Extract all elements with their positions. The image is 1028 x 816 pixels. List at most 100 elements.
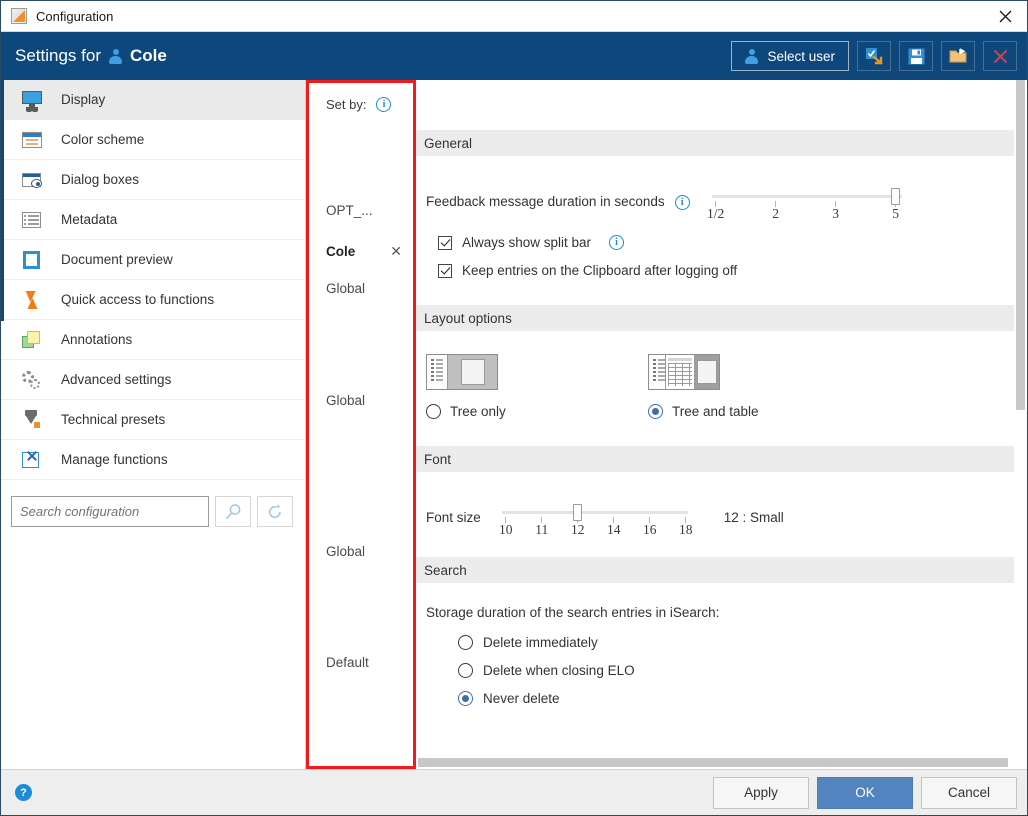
set-by-header: Set by: i [309,83,413,112]
font-size-slider[interactable]: 10 11 12 14 16 18 [499,503,693,537]
dialog-icon [21,170,43,190]
slider-thumb[interactable] [572,504,582,521]
section-header-general: General [416,130,1014,156]
vertical-scrollbar[interactable] [1014,80,1027,757]
sidebar-item-metadata[interactable]: Metadata [1,200,305,240]
horizontal-scrollbar[interactable] [416,757,1014,769]
load-folder-button[interactable] [941,41,975,71]
slider-tick-label: 18 [679,522,693,537]
document-pane-graphic [448,355,497,389]
sidebar-item-label: Manage functions [61,452,168,467]
cancel-button[interactable]: Cancel [921,776,1017,809]
info-icon[interactable]: i [674,195,690,210]
search-button[interactable] [215,496,251,527]
user-icon [109,48,122,64]
footer-buttons: Apply OK Cancel [713,776,1017,809]
application-icon [11,8,27,24]
never-delete-radio[interactable] [458,691,473,706]
settings-sidebar: Display Color scheme Dialog boxes Metada… [1,80,306,769]
slider-thumb[interactable] [890,188,900,205]
tree-only-radio-row[interactable]: Tree only [426,404,626,419]
sidebar-item-quick-access[interactable]: Quick access to functions [1,280,305,320]
window-close-button[interactable] [983,2,1027,31]
delete-icon [993,49,1007,63]
sidebar-item-document-preview[interactable]: Document preview [1,240,305,280]
sidebar-item-color-scheme[interactable]: Color scheme [1,120,305,160]
monitor-icon [21,90,43,110]
window-title-bar: Configuration [1,1,1027,32]
sidebar-item-technical-presets[interactable]: Technical presets [1,400,305,440]
table-pane-graphic [666,355,695,389]
section-title: Layout options [424,310,512,326]
set-by-entry: Global [326,281,366,296]
tree-and-table-radio-row[interactable]: Tree and table [648,404,759,419]
font-size-value: 12 : Small [723,510,784,525]
settings-header: Settings for Cole Select user [1,32,1027,80]
delete-when-closing-radio[interactable] [458,663,473,678]
page-title-prefix: Settings for [15,46,101,65]
slider-track [711,195,902,198]
section-title: General [424,135,473,151]
sidebar-item-label: Annotations [61,332,133,347]
feedback-duration-label: Feedback message duration in seconds [426,194,665,209]
checkbox-label: Keep entries on the Clipboard after logg… [462,263,738,278]
reset-button[interactable] [257,496,293,527]
tree-and-table-radio[interactable] [648,404,663,419]
search-input[interactable] [11,496,209,527]
sidebar-item-manage-functions[interactable]: Manage functions [1,440,305,480]
sidebar-item-dialog-boxes[interactable]: Dialog boxes [1,160,305,200]
delete-when-closing-row[interactable]: Delete when closing ELO [416,663,1027,678]
section-header-layout: Layout options [416,305,1014,331]
section-header-search: Search [416,557,1014,583]
layout-option-tree-only[interactable]: Tree only [426,354,626,419]
never-delete-row[interactable]: Never delete [416,691,1027,706]
apply-button[interactable]: Apply [713,776,809,809]
page-title-user: Cole [130,46,167,65]
page-title: Settings for Cole [15,46,167,66]
sidebar-item-annotations[interactable]: Annotations [1,320,305,360]
delete-immediately-row[interactable]: Delete immediately [416,635,1027,650]
radio-label: Tree only [450,404,506,419]
horizontal-scrollbar-thumb[interactable] [418,758,1008,767]
ok-button[interactable]: OK [817,776,913,809]
apply-to-user-button[interactable] [857,41,891,71]
sticky-note-icon [21,330,43,350]
keep-clipboard-entries-row[interactable]: Keep entries on the Clipboard after logg… [416,263,1027,278]
always-show-split-bar-row[interactable]: Always show split bar i [416,235,1027,250]
save-button[interactable] [899,41,933,71]
info-icon[interactable]: i [376,97,392,112]
radio-label: Delete immediately [483,635,598,650]
delete-immediately-radio[interactable] [458,635,473,650]
load-folder-icon [949,48,966,63]
tree-only-thumbnail[interactable] [426,354,498,390]
document-pane-graphic [695,355,719,389]
sidebar-item-advanced-settings[interactable]: Advanced settings [1,360,305,400]
sidebar-item-display[interactable]: Display [1,80,305,120]
slider-tick-label: 2 [772,206,780,221]
sidebar-nav-list: Display Color scheme Dialog boxes Metada… [1,80,305,480]
lightning-icon [21,290,43,310]
sidebar-item-label: Metadata [61,212,118,227]
apply-to-user-icon [865,48,883,65]
info-icon[interactable]: i [609,235,625,250]
help-icon[interactable]: ? [15,784,32,801]
set-by-entry: Cole [326,244,356,259]
slider-tick-label: 3 [832,206,840,221]
tree-only-radio[interactable] [426,404,441,419]
tree-and-table-thumbnail[interactable] [648,354,720,390]
configuration-window: Configuration Settings for Cole Select u… [0,0,1028,816]
feedback-duration-slider[interactable]: 1/2 2 3 5 [707,187,902,221]
vertical-scrollbar-thumb[interactable] [1016,80,1025,410]
close-icon[interactable]: ✕ [390,243,402,260]
sidebar-item-label: Quick access to functions [61,292,215,307]
set-by-entry: Global [326,393,366,408]
gears-icon [21,370,43,390]
sidebar-item-label: Document preview [61,252,173,267]
section-title: Font [424,451,452,467]
select-user-button[interactable]: Select user [731,41,849,71]
always-show-split-bar-checkbox[interactable] [438,235,452,250]
delete-button[interactable] [983,41,1017,71]
layout-option-tree-and-table[interactable]: Tree and table [648,354,759,419]
keep-clipboard-entries-checkbox[interactable] [438,263,452,278]
dialog-body: Display Color scheme Dialog boxes Metada… [1,80,1027,769]
